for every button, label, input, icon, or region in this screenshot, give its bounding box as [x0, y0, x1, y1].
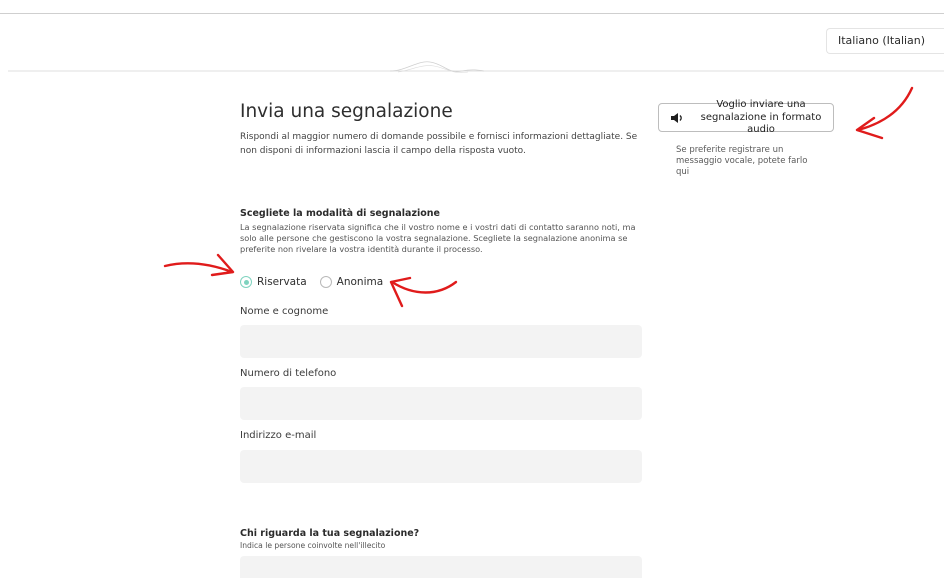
audio-button-label: Voglio inviare una segnalazione in forma…: [700, 99, 822, 135]
email-field[interactable]: [240, 450, 642, 483]
radio-anonima[interactable]: [319, 276, 332, 288]
speaker-icon: [671, 113, 682, 123]
phone-field[interactable]: [240, 387, 642, 420]
intro-text: Rispondi al maggior numero di domande po…: [240, 132, 638, 156]
language-select-value: Italiano (Italian): [838, 34, 926, 47]
involved-section-title: Chi riguarda la tua segnalazione?: [240, 528, 420, 539]
top-divider: [0, 13, 944, 14]
page-title: Invia una segnalazione: [240, 101, 453, 122]
radio-riservata-label[interactable]: Riservata: [257, 276, 307, 288]
language-select[interactable]: Italiano (Italian): [826, 28, 944, 54]
radio-riservata[interactable]: [240, 276, 252, 288]
audio-report-button[interactable]: Voglio inviare una segnalazione in forma…: [658, 99, 834, 135]
annotation-arrow-riservata: [163, 253, 235, 277]
audio-help-text: Se preferite registrare un messaggio voc…: [676, 145, 808, 177]
email-field-label: Indirizzo e-mail: [240, 430, 317, 441]
header-wave-divider: [8, 61, 944, 73]
radio-anonima-label[interactable]: Anonima: [337, 276, 384, 288]
involved-field[interactable]: [240, 556, 642, 578]
annotation-arrow-audio: [855, 86, 914, 140]
mode-section-title: Scegliete la modalità di segnalazione: [240, 208, 440, 219]
mode-radio-group: Riservata Anonima: [240, 275, 396, 289]
involved-section-description: Indica le persone coinvolte nell'illecit…: [240, 541, 386, 550]
mode-section-description: La segnalazione riservata significa che …: [240, 222, 636, 254]
phone-field-label: Numero di telefono: [240, 368, 337, 379]
name-field-label: Nome e cognome: [240, 306, 329, 317]
name-field[interactable]: [240, 325, 642, 358]
annotation-arrow-anonima: [389, 276, 458, 308]
